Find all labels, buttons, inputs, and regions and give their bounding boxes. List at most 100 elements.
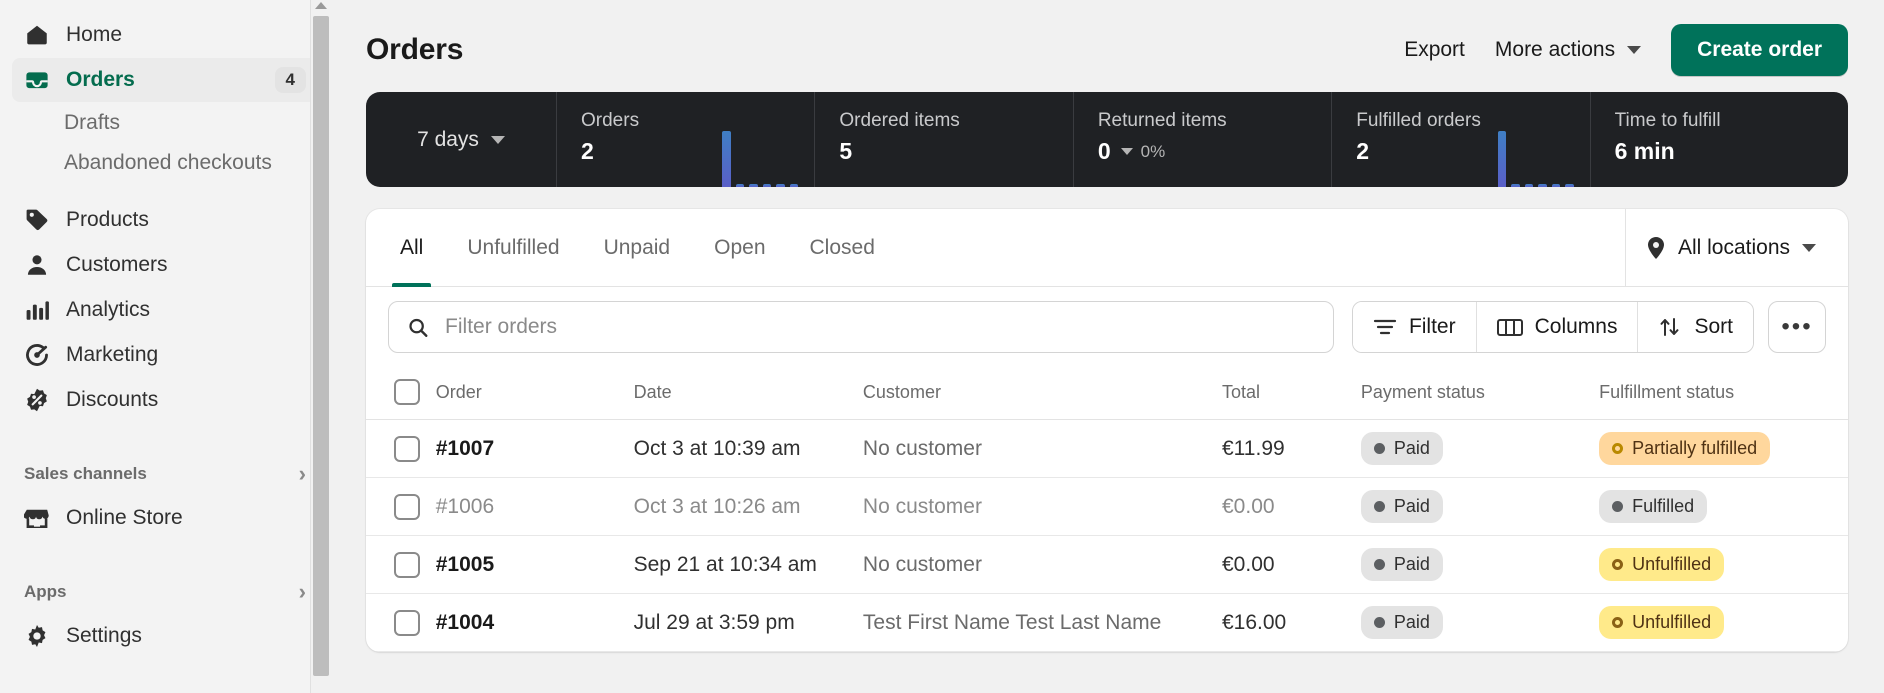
columns-button[interactable]: Columns bbox=[1475, 302, 1638, 352]
status-dot-icon bbox=[1612, 616, 1624, 628]
export-button[interactable]: Export bbox=[1404, 38, 1465, 62]
metric-value: 2 bbox=[1356, 138, 1370, 164]
sidebar-item-customers[interactable]: Customers bbox=[12, 243, 318, 287]
page-title: Orders bbox=[366, 33, 464, 66]
table-row[interactable]: #1005 Sep 21 at 10:34 am No customer €0.00 P… bbox=[366, 535, 1848, 594]
tab-unpaid[interactable]: Unpaid bbox=[582, 209, 693, 287]
column-header-fulfillment[interactable]: Fulfillment status bbox=[1599, 367, 1848, 420]
sidebar: Home Orders 4 Drafts Abandoned checkouts Prod… bbox=[0, 0, 330, 693]
tab-unfulfilled[interactable]: Unfulfilled bbox=[445, 209, 581, 287]
tab-label: Unfulfilled bbox=[467, 235, 560, 259]
cell-order[interactable]: #1007 bbox=[435, 419, 634, 478]
sidebar-item-analytics[interactable]: Analytics bbox=[12, 288, 318, 332]
date-range-inner[interactable]: 7 days bbox=[417, 128, 505, 152]
column-header-payment[interactable]: Payment status bbox=[1360, 367, 1600, 420]
sidebar-subitem-drafts[interactable]: Drafts bbox=[12, 103, 318, 143]
sidebar-item-label: Customers bbox=[66, 253, 168, 276]
cell-customer: No customer bbox=[862, 419, 1222, 478]
metric-card-ordered-items[interactable]: Ordered items 5 bbox=[814, 92, 1072, 187]
orders-table-head: Order Date Customer Total Payment status… bbox=[366, 367, 1848, 420]
row-checkbox[interactable] bbox=[394, 493, 420, 520]
create-order-button[interactable]: Create order bbox=[1671, 24, 1848, 76]
home-icon bbox=[24, 22, 50, 48]
orders-card: All Unfulfilled Unpaid Open Closed All locat… bbox=[366, 209, 1848, 652]
chevron-down-icon bbox=[1627, 46, 1642, 54]
date-range-label: 7 days bbox=[417, 127, 479, 151]
sidebar-item-marketing[interactable]: Marketing bbox=[12, 333, 318, 377]
metric-card-fulfilled-orders[interactable]: Fulfilled orders 2 bbox=[1331, 92, 1589, 187]
column-header-customer[interactable]: Customer bbox=[862, 367, 1222, 420]
metric-delta-value: 0% bbox=[1140, 141, 1166, 161]
date-range-selector[interactable]: 7 days bbox=[366, 92, 556, 187]
search-input[interactable] bbox=[445, 315, 1315, 339]
select-all-checkbox[interactable] bbox=[394, 379, 420, 405]
filter-label: Filter bbox=[1408, 315, 1456, 338]
fulfillment-status-badge: Fulfilled bbox=[1599, 489, 1708, 524]
tab-open[interactable]: Open bbox=[692, 209, 787, 287]
more-options-button[interactable]: ••• bbox=[1768, 301, 1826, 353]
sidebar-item-settings[interactable]: Settings bbox=[12, 614, 318, 658]
tab-all[interactable]: All bbox=[378, 209, 445, 287]
metric-card-returned-items[interactable]: Returned items 0 0% bbox=[1072, 92, 1331, 187]
column-header-total[interactable]: Total bbox=[1222, 367, 1361, 420]
order-number: #1004 bbox=[435, 610, 495, 634]
filter-icon bbox=[1373, 319, 1397, 335]
row-checkbox[interactable] bbox=[394, 551, 420, 578]
filter-button[interactable]: Filter bbox=[1352, 302, 1476, 352]
location-filter-label: All locations bbox=[1677, 235, 1790, 259]
columns-icon bbox=[1496, 318, 1523, 336]
sidebar-item-discounts[interactable]: Discounts bbox=[12, 378, 318, 422]
row-select-cell bbox=[366, 593, 436, 652]
sidebar-item-label: Discounts bbox=[66, 388, 159, 411]
cell-order[interactable]: #1005 bbox=[435, 535, 634, 594]
more-actions-button[interactable]: More actions bbox=[1495, 38, 1642, 62]
fulfillment-status-badge: Unfulfilled bbox=[1599, 605, 1725, 640]
metric-label: Time to fulfill bbox=[1614, 110, 1721, 131]
order-number: #1007 bbox=[435, 436, 495, 460]
sidebar-section-apps[interactable]: Apps › bbox=[12, 571, 318, 613]
cell-date: Jul 29 at 3:59 pm bbox=[633, 593, 863, 652]
table-row[interactable]: #1006 Oct 3 at 10:26 am No customer €0.00 Pa… bbox=[366, 477, 1848, 536]
cell-total: €0.00 bbox=[1222, 535, 1361, 594]
metric-card-time-to-fulfill[interactable]: Time to fulfill 6 min bbox=[1589, 92, 1848, 187]
sidebar-subitem-label: Abandoned checkouts bbox=[64, 151, 272, 174]
column-header-order[interactable]: Order bbox=[435, 367, 634, 420]
row-checkbox[interactable] bbox=[394, 435, 420, 462]
cell-fulfillment-status: Unfulfilled bbox=[1599, 535, 1848, 594]
sidebar-item-label: Online Store bbox=[66, 506, 183, 529]
sort-button[interactable]: Sort bbox=[1637, 302, 1753, 352]
sidebar-subitem-abandoned-checkouts[interactable]: Abandoned checkouts bbox=[12, 143, 318, 183]
sidebar-item-home[interactable]: Home bbox=[12, 13, 318, 57]
tab-label: Unpaid bbox=[603, 235, 671, 259]
scrollbar-thumb[interactable] bbox=[313, 16, 329, 676]
payment-status-badge: Paid bbox=[1360, 605, 1443, 640]
sidebar-item-online-store[interactable]: Online Store bbox=[12, 496, 318, 540]
gear-icon bbox=[24, 623, 50, 649]
sidebar-scrollbar[interactable] bbox=[310, 0, 330, 693]
sidebar-item-products[interactable]: Products bbox=[12, 198, 318, 242]
tab-closed[interactable]: Closed bbox=[788, 209, 897, 287]
cell-fulfillment-status: Unfulfilled bbox=[1599, 593, 1848, 652]
sidebar-section-sales-channels[interactable]: Sales channels › bbox=[12, 453, 318, 495]
cell-order[interactable]: #1004 bbox=[435, 593, 634, 652]
tab-label: Open bbox=[714, 235, 766, 259]
metric-card-orders[interactable]: Orders 2 bbox=[556, 92, 814, 187]
sidebar-item-orders[interactable]: Orders 4 bbox=[12, 58, 318, 102]
scroll-up-arrow-icon[interactable] bbox=[315, 2, 327, 9]
select-all-header bbox=[366, 367, 436, 420]
fulfillment-status-badge-label: Unfulfilled bbox=[1632, 611, 1712, 632]
orders-toolbar: Filter Columns bbox=[366, 287, 1848, 367]
row-checkbox[interactable] bbox=[394, 609, 420, 636]
cell-order[interactable]: #1006 bbox=[435, 477, 634, 536]
search-field[interactable] bbox=[388, 301, 1334, 353]
location-filter-button[interactable]: All locations bbox=[1624, 209, 1836, 287]
table-row[interactable]: #1007 Oct 3 at 10:39 am No customer €11.99 P… bbox=[366, 419, 1848, 478]
cell-customer: No customer bbox=[862, 535, 1222, 594]
fulfillment-status-badge-label: Fulfilled bbox=[1632, 495, 1695, 516]
column-header-date[interactable]: Date bbox=[633, 367, 863, 420]
table-row[interactable]: #1004 Jul 29 at 3:59 pm Test First Name Te… bbox=[366, 593, 1848, 652]
status-dot-icon bbox=[1373, 558, 1385, 570]
payment-status-badge-label: Paid bbox=[1393, 495, 1430, 516]
